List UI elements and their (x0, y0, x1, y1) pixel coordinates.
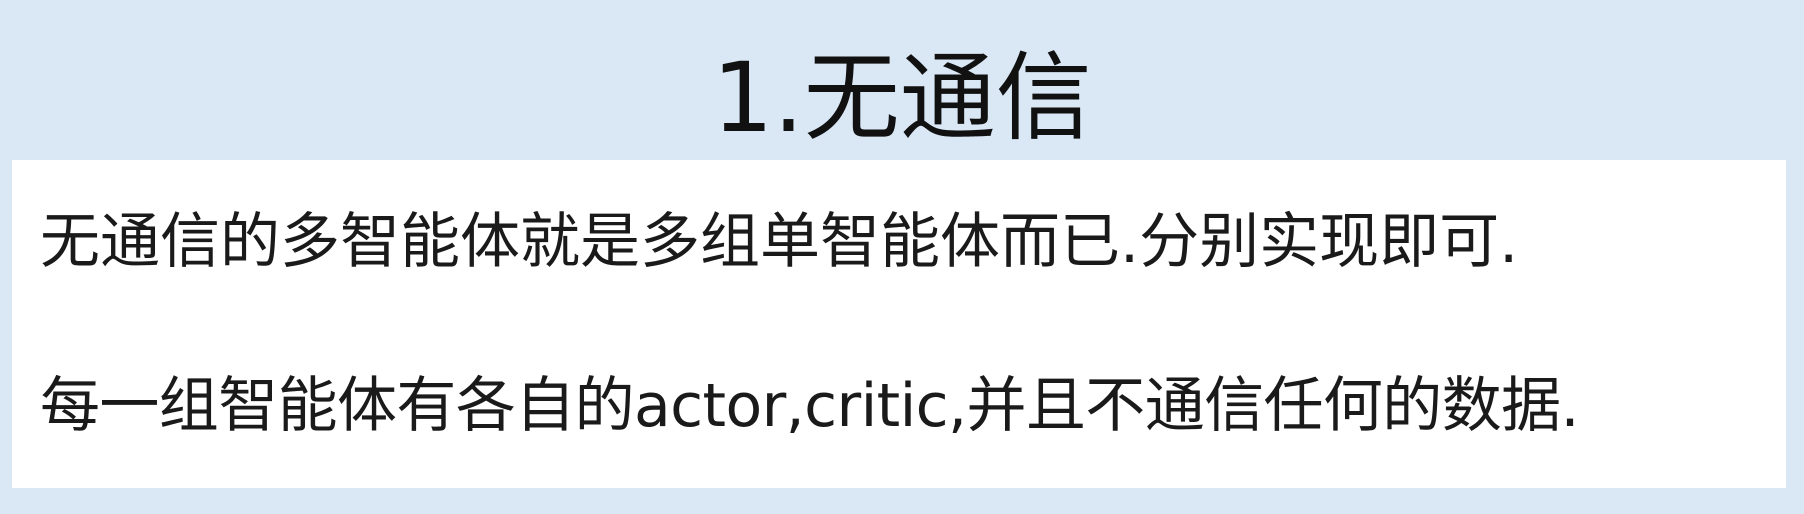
slide-title: 1.无通信 (712, 42, 1092, 154)
slide: { "slide": { "title": "1.无通信", "lines": … (0, 0, 1804, 514)
body-line-1: 无通信的多智能体就是多组单智能体而已.分别实现即可. (40, 207, 1519, 277)
body-line-2: 每一组智能体有各自的actor,critic,并且不通信任何的数据. (40, 371, 1580, 441)
content-box: 无通信的多智能体就是多组单智能体而已.分别实现即可. 每一组智能体有各自的act… (12, 160, 1786, 488)
